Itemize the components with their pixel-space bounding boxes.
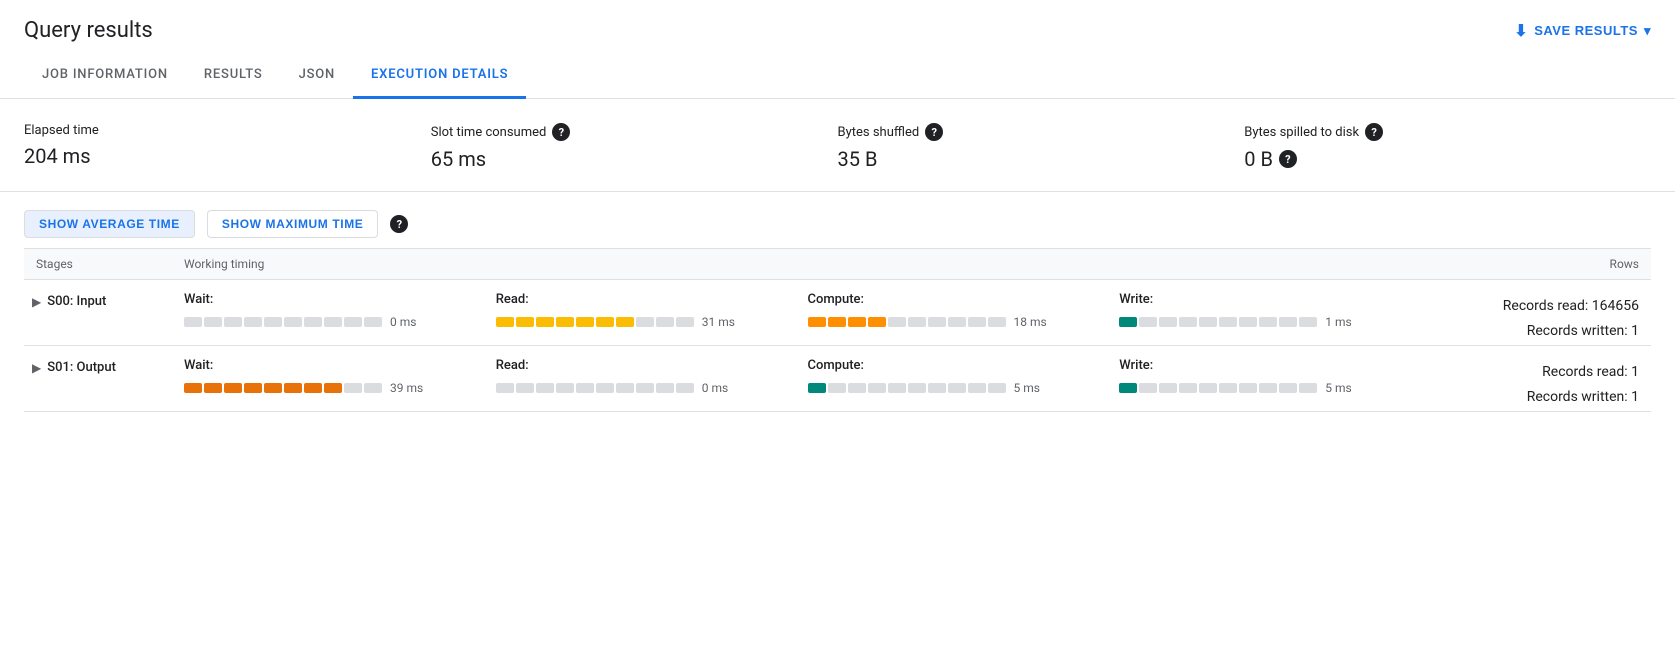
s01-stage-name: S01: Output	[47, 360, 116, 375]
s00-write-value: 1 ms	[1325, 315, 1351, 329]
bytes-shuffled-help-icon[interactable]: ?	[925, 123, 943, 141]
show-average-time-button[interactable]: SHOW AVERAGE TIME	[24, 210, 195, 238]
s01-wait-cell: Wait:	[184, 358, 496, 395]
s01-write-bar: 5 ms	[1119, 381, 1431, 395]
metric-elapsed-time-label: Elapsed time	[24, 123, 407, 138]
s01-write-label: Write:	[1119, 358, 1431, 373]
metric-elapsed-time-value: 204 ms	[24, 144, 407, 168]
metric-slot-time-value: 65 ms	[431, 147, 814, 171]
s00-compute-label: Compute:	[808, 292, 1120, 307]
s01-write-value: 5 ms	[1325, 381, 1351, 395]
s00-write-bar: 1 ms	[1119, 315, 1431, 329]
stage-row-s01: ▶ S01: Output Wait:	[24, 346, 1651, 412]
s01-records-read: Records read: 1	[1431, 360, 1639, 385]
metric-slot-time-label: Slot time consumed ?	[431, 123, 814, 141]
s01-rows-col: Records read: 1 Records written: 1	[1431, 346, 1651, 410]
metric-elapsed-time: Elapsed time 204 ms	[24, 123, 431, 171]
bytes-spilled-label-help-icon[interactable]: ?	[1365, 123, 1383, 141]
col-header-stages: Stages	[24, 257, 184, 271]
s01-read-label: Read:	[496, 358, 808, 373]
page: Query results ⬇ SAVE RESULTS ▾ JOB INFOR…	[0, 0, 1675, 664]
s01-wait-value: 39 ms	[390, 381, 423, 395]
s01-records-written: Records written: 1	[1431, 385, 1639, 410]
s01-compute-cell: Compute:	[808, 358, 1120, 395]
metric-bytes-spilled-label: Bytes spilled to disk ?	[1244, 123, 1627, 141]
metric-bytes-spilled-value: 0 B ?	[1244, 147, 1627, 171]
slot-time-help-icon[interactable]: ?	[552, 123, 570, 141]
toggle-section: SHOW AVERAGE TIME SHOW MAXIMUM TIME ?	[0, 192, 1675, 248]
tab-json[interactable]: JSON	[281, 53, 353, 99]
s00-compute-value: 18 ms	[1014, 315, 1047, 329]
s01-wait-bar: 39 ms	[184, 381, 496, 395]
metrics-row: Elapsed time 204 ms Slot time consumed ?…	[0, 99, 1675, 192]
s00-rows-col: Records read: 164656 Records written: 1	[1431, 280, 1651, 344]
bytes-spilled-value-help-icon[interactable]: ?	[1279, 150, 1297, 168]
stages-table: Stages Working timing Rows ▶ S00: Input …	[0, 248, 1675, 412]
tab-execution-details[interactable]: EXECUTION DETAILS	[353, 53, 526, 99]
s00-read-value: 31 ms	[702, 315, 735, 329]
s00-wait-cell: Wait:	[184, 292, 496, 329]
s00-write-label: Write:	[1119, 292, 1431, 307]
s00-read-cell: Read:	[496, 292, 808, 329]
s01-compute-label: Compute:	[808, 358, 1120, 373]
s01-timing-cells: Wait:	[184, 346, 1431, 411]
chevron-down-icon: ▾	[1644, 23, 1651, 39]
s00-wait-label: Wait:	[184, 292, 496, 307]
s01-compute-bar: 5 ms	[808, 381, 1120, 395]
download-icon: ⬇	[1514, 21, 1528, 41]
col-header-timing: Working timing	[184, 257, 1431, 271]
metric-bytes-shuffled: Bytes shuffled ? 35 B	[838, 123, 1245, 171]
s00-compute-cell: Compute:	[808, 292, 1120, 329]
s00-write-cell: Write:	[1119, 292, 1431, 329]
s01-compute-value: 5 ms	[1014, 381, 1040, 395]
s01-expand-icon[interactable]: ▶	[32, 361, 41, 375]
s00-expand-icon[interactable]: ▶	[32, 295, 41, 309]
page-title: Query results	[24, 18, 153, 43]
s00-wait-bar: 0 ms	[184, 315, 496, 329]
s01-read-cell: Read:	[496, 358, 808, 395]
s00-records-written: Records written: 1	[1431, 319, 1639, 344]
metric-bytes-shuffled-value: 35 B	[838, 147, 1221, 171]
save-results-button[interactable]: ⬇ SAVE RESULTS ▾	[1514, 21, 1651, 41]
col-header-rows: Rows	[1431, 257, 1651, 271]
tab-job-information[interactable]: JOB INFORMATION	[24, 53, 186, 99]
page-header: Query results ⬇ SAVE RESULTS ▾	[0, 0, 1675, 53]
metric-bytes-shuffled-label: Bytes shuffled ?	[838, 123, 1221, 141]
s01-wait-label: Wait:	[184, 358, 496, 373]
s00-stage-name: S00: Input	[47, 294, 106, 309]
show-maximum-time-button[interactable]: SHOW MAXIMUM TIME	[207, 210, 379, 238]
stages-table-header: Stages Working timing Rows	[24, 248, 1651, 280]
s00-timing-cells: Wait:	[184, 280, 1431, 345]
s00-read-label: Read:	[496, 292, 808, 307]
metric-slot-time: Slot time consumed ? 65 ms	[431, 123, 838, 171]
save-results-label: SAVE RESULTS	[1534, 23, 1638, 38]
stage-row-s00: ▶ S00: Input Wait:	[24, 280, 1651, 346]
metric-bytes-spilled: Bytes spilled to disk ? 0 B ?	[1244, 123, 1651, 171]
s00-read-bar: 31 ms	[496, 315, 808, 329]
s01-write-cell: Write:	[1119, 358, 1431, 395]
s01-read-value: 0 ms	[702, 381, 728, 395]
s01-read-bar: 0 ms	[496, 381, 808, 395]
timing-help-icon[interactable]: ?	[390, 215, 408, 233]
s00-compute-bar: 18 ms	[808, 315, 1120, 329]
s00-records-read: Records read: 164656	[1431, 294, 1639, 319]
tab-results[interactable]: RESULTS	[186, 53, 281, 99]
tabs-bar: JOB INFORMATION RESULTS JSON EXECUTION D…	[0, 53, 1675, 99]
s00-wait-value: 0 ms	[390, 315, 416, 329]
